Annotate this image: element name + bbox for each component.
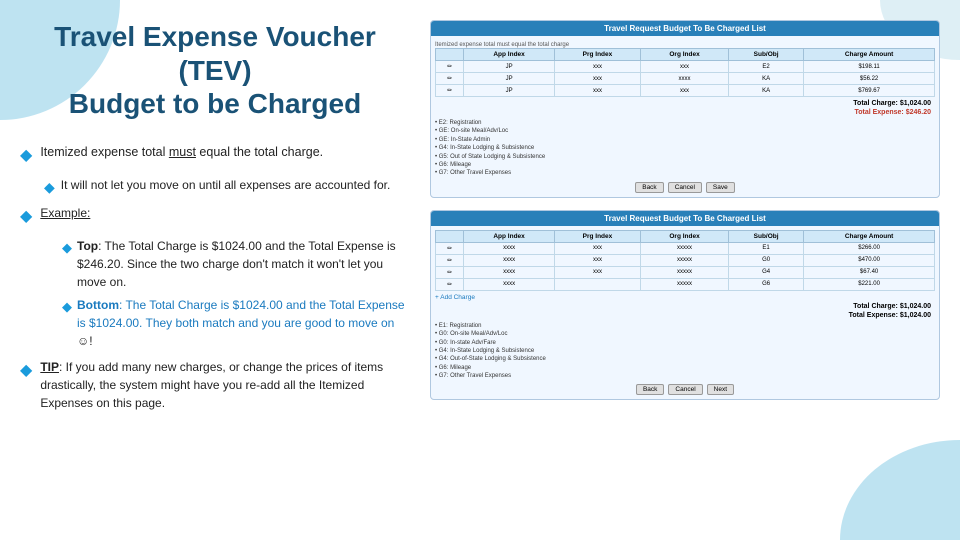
sub-sub-text-bottom: Bottom: The Total Charge is $1024.00 and…: [77, 296, 410, 350]
panel-bottom-title: Travel Request Budget To Be Charged List: [431, 211, 939, 226]
col-prg-index-b: Prg Index: [554, 230, 640, 242]
table-row: ✏JPxxxxxxxKA$56.22: [436, 73, 935, 85]
col-app-index: App Index: [464, 49, 554, 61]
col-org-index: Org Index: [641, 49, 729, 61]
col-edit: [436, 49, 464, 61]
table-row: ✏xxxxxxxxxxxxE1$266.00: [436, 242, 935, 254]
panel-top-expense: Total Expense: $246.20: [435, 109, 935, 116]
table-row: ✏JPxxxxxxE2$198.11: [436, 61, 935, 73]
col-charge-amount-b: Charge Amount: [804, 230, 935, 242]
panel-bottom: Travel Request Budget To Be Charged List…: [430, 210, 940, 401]
tip-label: TIP: [40, 360, 59, 374]
page-title: Travel Expense Voucher (TEV) Budget to b…: [20, 20, 410, 121]
panel-bottom-back-button[interactable]: Back: [636, 384, 664, 395]
add-charge-link[interactable]: + Add Charge: [435, 294, 935, 301]
table-row: ✏JPxxxxxxKA$769.67: [436, 85, 935, 97]
panel-top-total: Total Charge: $1,024.00: [435, 100, 935, 107]
panel-top-table: App Index Prg Index Org Index Sub/Obj Ch…: [435, 48, 935, 97]
col-prg-index: Prg Index: [554, 49, 640, 61]
bullet-icon-1: ◆: [20, 144, 32, 168]
panel-bottom-buttons: Back Cancel Next: [435, 384, 935, 395]
sub-bullet-icon-1: ◆: [44, 177, 55, 198]
bottom-label: Bottom: [77, 298, 119, 312]
panel-top-back-button[interactable]: Back: [635, 182, 663, 193]
bullet-item-2: ◆ Example:: [20, 204, 410, 229]
sub-bullet-text-1: It will not let you move on until all ex…: [61, 176, 391, 194]
panel-top-title: Travel Request Budget To Be Charged List: [431, 21, 939, 36]
sub-sub-icon-top: ◆: [62, 238, 72, 258]
top-label: Top: [77, 239, 98, 253]
col-org-index-b: Org Index: [641, 230, 729, 242]
panel-bottom-next-button[interactable]: Next: [707, 384, 734, 395]
sub-bullet-1: ◆ It will not let you move on until all …: [44, 176, 410, 198]
bullet-item-tip: ◆ TIP: If you add many new charges, or c…: [20, 358, 410, 412]
sub-sub-icon-bottom: ◆: [62, 297, 72, 317]
panel-bottom-legend: • E1: Registration • G0: On-site Meal/Ad…: [435, 322, 935, 381]
panel-bottom-total: Total Charge: $1,024.00: [435, 303, 935, 310]
bullet-text-2: Example:: [40, 204, 90, 222]
panel-bottom-table: App Index Prg Index Org Index Sub/Obj Ch…: [435, 230, 935, 291]
panel-bottom-expense: Total Expense: $1,024.00: [435, 312, 935, 319]
col-sub-obj: Sub/Obj: [729, 49, 804, 61]
table-row: ✏xxxxxxxxxG6$221.00: [436, 278, 935, 290]
table-row: ✏xxxxxxxxxxxxG4$67.40: [436, 266, 935, 278]
sub-sub-text-top: Top: The Total Charge is $1024.00 and th…: [77, 237, 410, 291]
col-sub-obj-b: Sub/Obj: [729, 230, 804, 242]
panel-top-cancel-button[interactable]: Cancel: [668, 182, 702, 193]
bullet-icon-2: ◆: [20, 205, 32, 229]
panel-bottom-cancel-button[interactable]: Cancel: [668, 384, 702, 395]
bullet-icon-tip: ◆: [20, 359, 32, 383]
sub-sub-bullet-bottom: ◆ Bottom: The Total Charge is $1024.00 a…: [62, 296, 410, 350]
panel-top: Travel Request Budget To Be Charged List…: [430, 20, 940, 198]
panel-top-legend: • E2: Registration • GE: On-site Meal/Ad…: [435, 119, 935, 178]
sub-sub-bullet-top: ◆ Top: The Total Charge is $1024.00 and …: [62, 237, 410, 291]
col-app-index-b: App Index: [464, 230, 554, 242]
table-row: ✏xxxxxxxxxxxxG0$470.00: [436, 254, 935, 266]
col-edit-b: [436, 230, 464, 242]
bullet-item-1: ◆ Itemized expense total must equal the …: [20, 143, 410, 168]
panel-top-save-button[interactable]: Save: [706, 182, 735, 193]
col-charge-amount: Charge Amount: [804, 49, 935, 61]
bullet-text-1: Itemized expense total must equal the to…: [40, 143, 323, 162]
panel-top-buttons: Back Cancel Save: [435, 182, 935, 193]
bottom-text: : The Total Charge is $1024.00 and the T…: [77, 298, 405, 330]
bullet-text-tip: TIP: If you add many new charges, or cha…: [40, 358, 410, 412]
